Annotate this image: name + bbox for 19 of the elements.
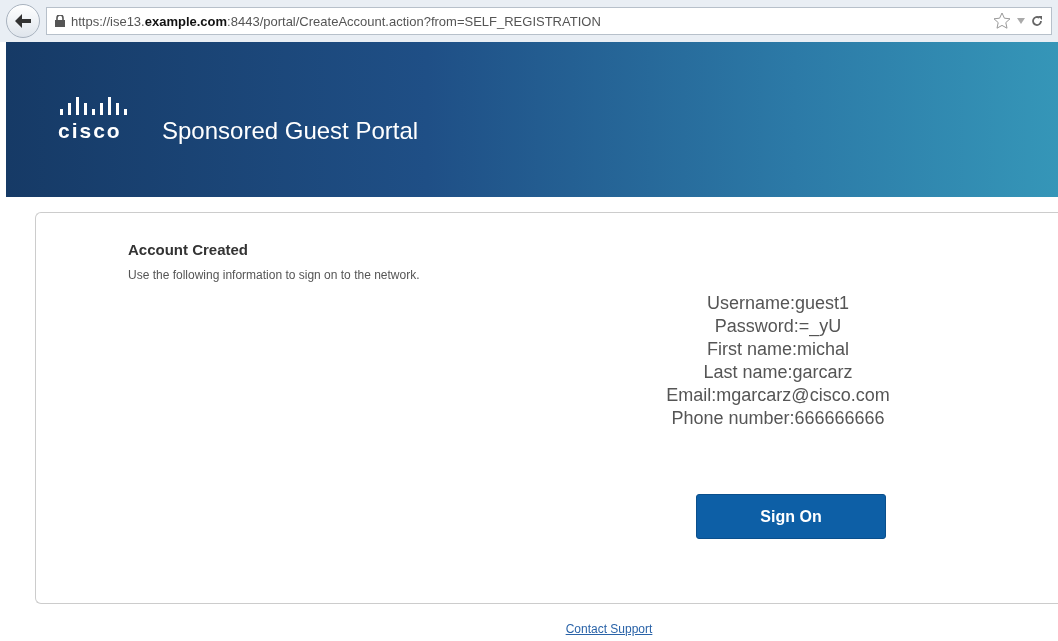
address-bar[interactable]: https://ise13.example.com:8443/portal/CreateAccount.action?from=SELF_REGISTRATION bbox=[46, 7, 1052, 35]
account-detail: Password:=_yU bbox=[714, 315, 842, 338]
url-text: https://ise13.example.com:8443/portal/CreateAccount.action?from=SELF_REGISTRATION bbox=[71, 13, 602, 29]
account-detail: Phone number:666666666 bbox=[671, 407, 885, 430]
logo-text: cisco bbox=[58, 118, 122, 143]
star-icon[interactable] bbox=[993, 12, 1011, 30]
card-heading: Account Created bbox=[128, 241, 250, 258]
back-arrow-icon bbox=[14, 13, 32, 29]
account-detail: First name:michal bbox=[707, 338, 849, 361]
instructions-text: Use the following information to sign on to the network. bbox=[128, 268, 421, 282]
account-detail: Email:mgarcarz@cisco.com bbox=[666, 384, 890, 407]
back-button[interactable] bbox=[6, 4, 40, 38]
sign-on-button[interactable]: Sign On bbox=[696, 494, 886, 539]
reload-icon[interactable] bbox=[1031, 15, 1043, 27]
portal-title: Sponsored Guest Portal bbox=[162, 116, 419, 145]
account-detail: Username:guest1 bbox=[706, 292, 850, 315]
lock-icon bbox=[55, 15, 65, 27]
contact-support-link[interactable]: Contact Support bbox=[565, 622, 653, 636]
account-detail: Last name:garcarz bbox=[703, 361, 853, 384]
